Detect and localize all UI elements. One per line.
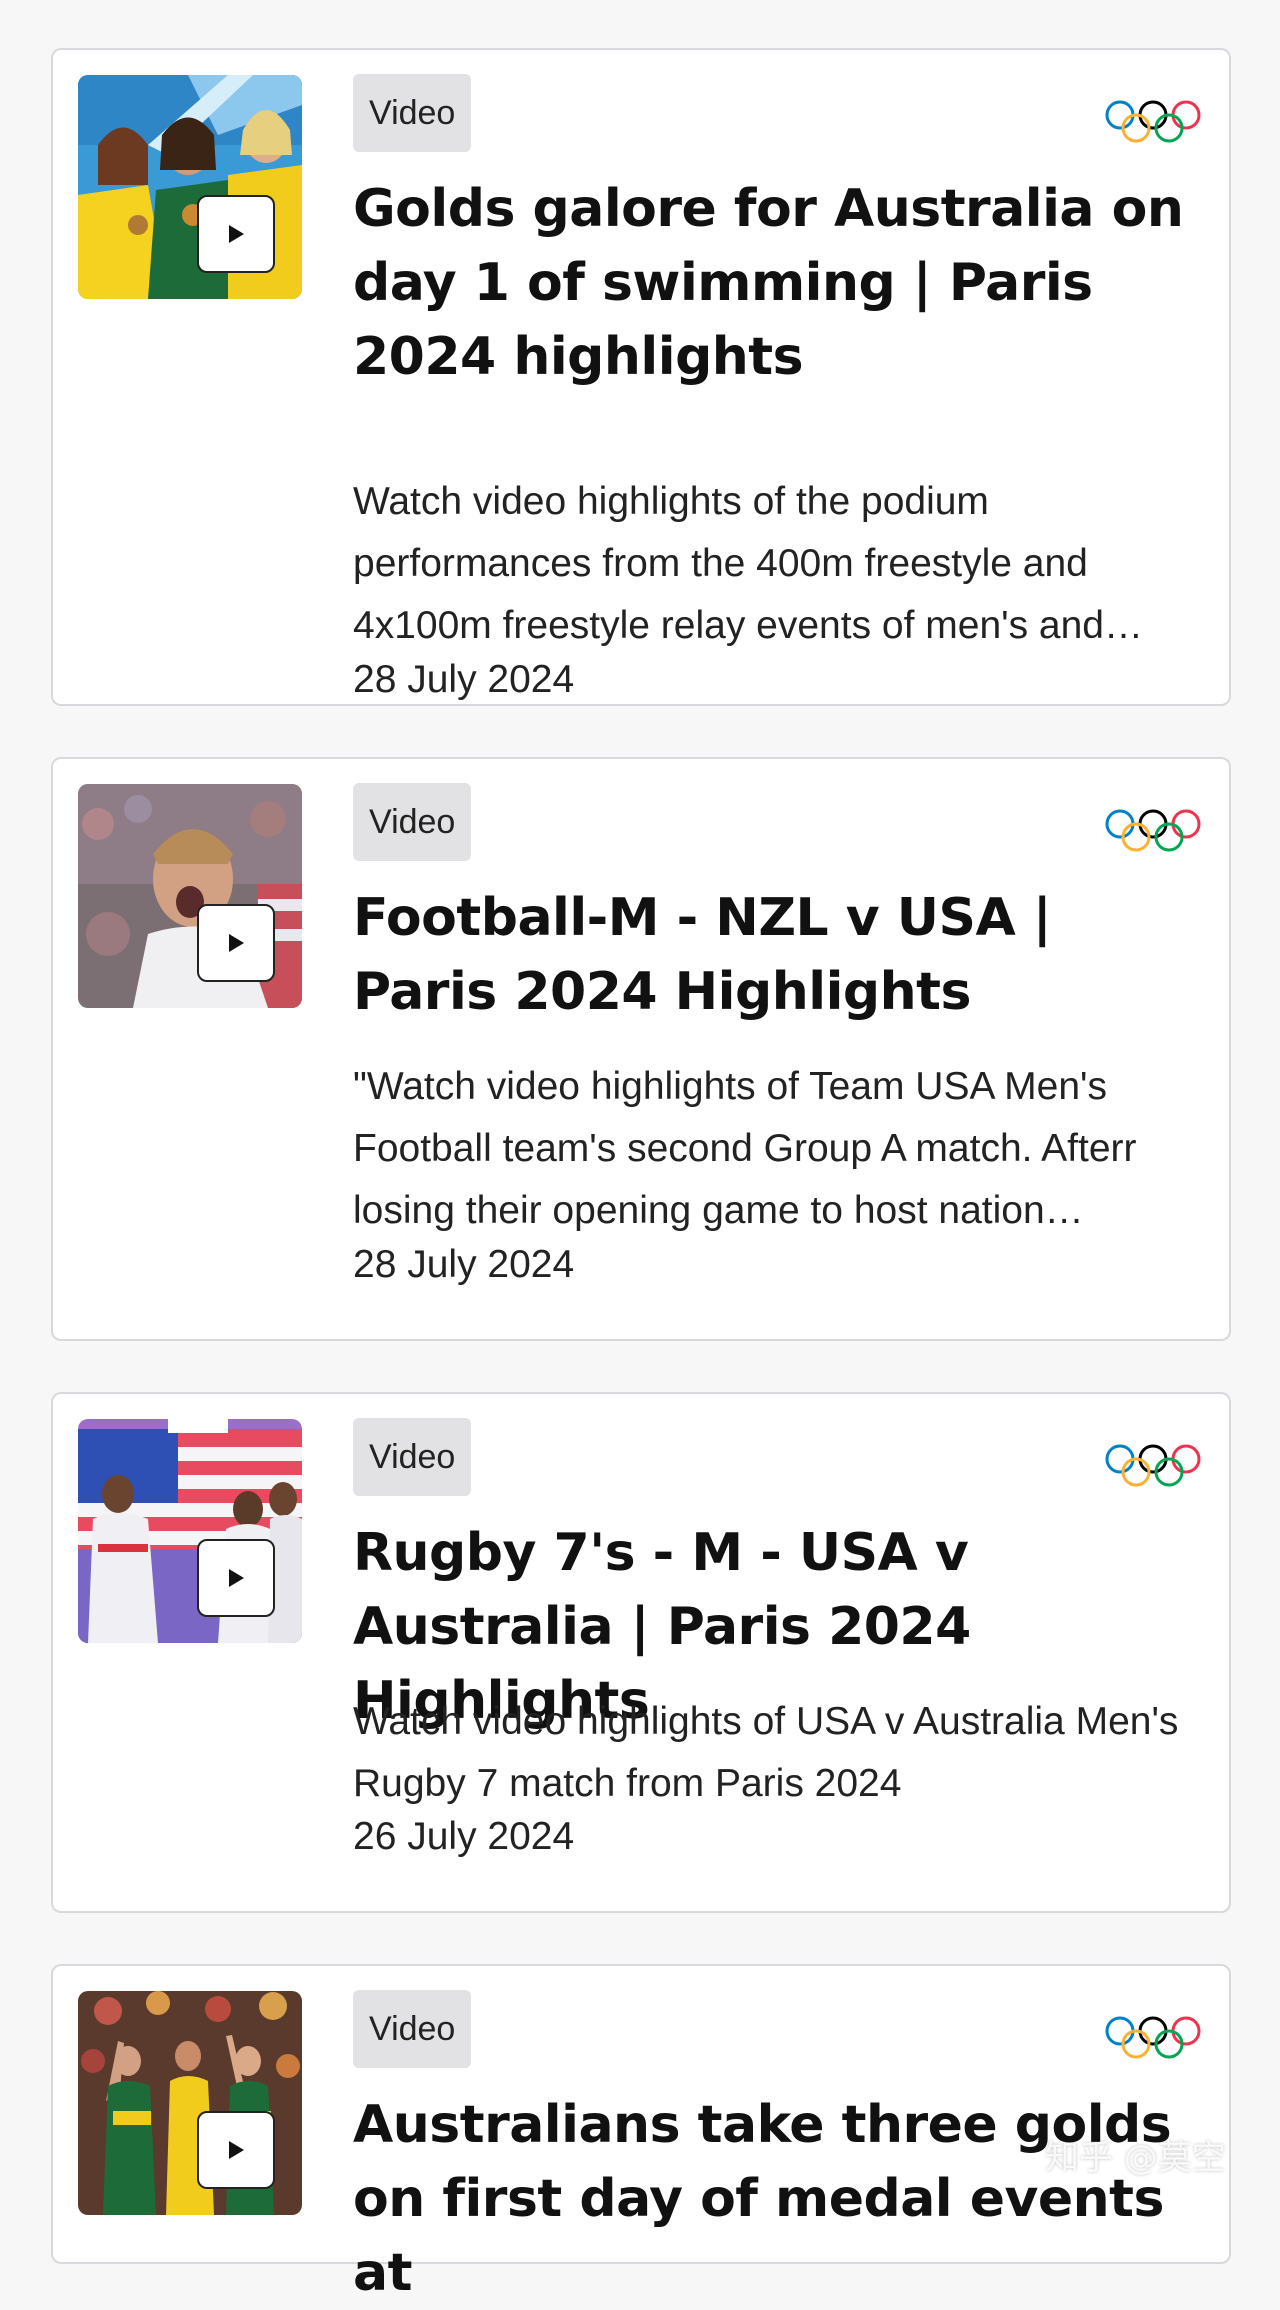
play-button[interactable]	[197, 195, 275, 273]
video-card[interactable]: Video Australians take three golds on fi…	[51, 1964, 1231, 2303]
video-thumbnail[interactable]	[78, 784, 302, 1008]
video-title[interactable]: Golds galore for Australia on day 1 of s…	[353, 172, 1203, 394]
olympic-rings-icon	[1105, 2016, 1201, 2059]
video-thumbnail[interactable]	[78, 1419, 302, 1643]
video-badge: Video	[353, 1418, 472, 1496]
olympic-rings-icon	[1105, 809, 1201, 852]
video-description: Watch video highlights of USA v Australi…	[353, 1700, 1179, 1805]
video-badge: Video	[353, 783, 472, 861]
watermark: 知乎 @莫空	[1045, 2138, 1226, 2178]
video-date: 28 July 2024	[353, 1243, 575, 1286]
video-card[interactable]: Video Football-M - NZL v USA | Paris 202…	[51, 757, 1231, 1341]
video-card[interactable]: Video Golds galore for Australia on day …	[51, 48, 1231, 706]
video-badge: Video	[353, 74, 472, 152]
video-feed: Video Golds galore for Australia on day …	[0, 0, 1280, 2303]
video-badge: Video	[353, 1990, 472, 2068]
play-icon	[229, 1569, 244, 1587]
play-button[interactable]	[197, 904, 275, 982]
play-icon	[229, 225, 244, 243]
video-title[interactable]: Australians take three golds on first da…	[353, 2088, 1203, 2310]
play-icon	[229, 2141, 244, 2159]
video-card[interactable]: Video Rugby 7's - M - USA v Australia | …	[51, 1392, 1231, 1913]
olympic-rings-icon	[1105, 1444, 1201, 1487]
video-description: Watch video highlights of the podium per…	[353, 480, 1143, 647]
play-button[interactable]	[197, 2111, 275, 2189]
video-date: 26 July 2024	[353, 1815, 575, 1858]
play-button[interactable]	[197, 1539, 275, 1617]
video-description: "Watch video highlights of Team USA Men'…	[353, 1065, 1137, 1232]
video-thumbnail[interactable]	[78, 75, 302, 299]
video-thumbnail[interactable]	[78, 1991, 302, 2215]
video-date: 28 July 2024	[353, 658, 575, 701]
video-title[interactable]: Football-M - NZL v USA | Paris 2024 High…	[353, 881, 1203, 1029]
olympic-rings-icon	[1105, 100, 1201, 143]
play-icon	[229, 934, 244, 952]
